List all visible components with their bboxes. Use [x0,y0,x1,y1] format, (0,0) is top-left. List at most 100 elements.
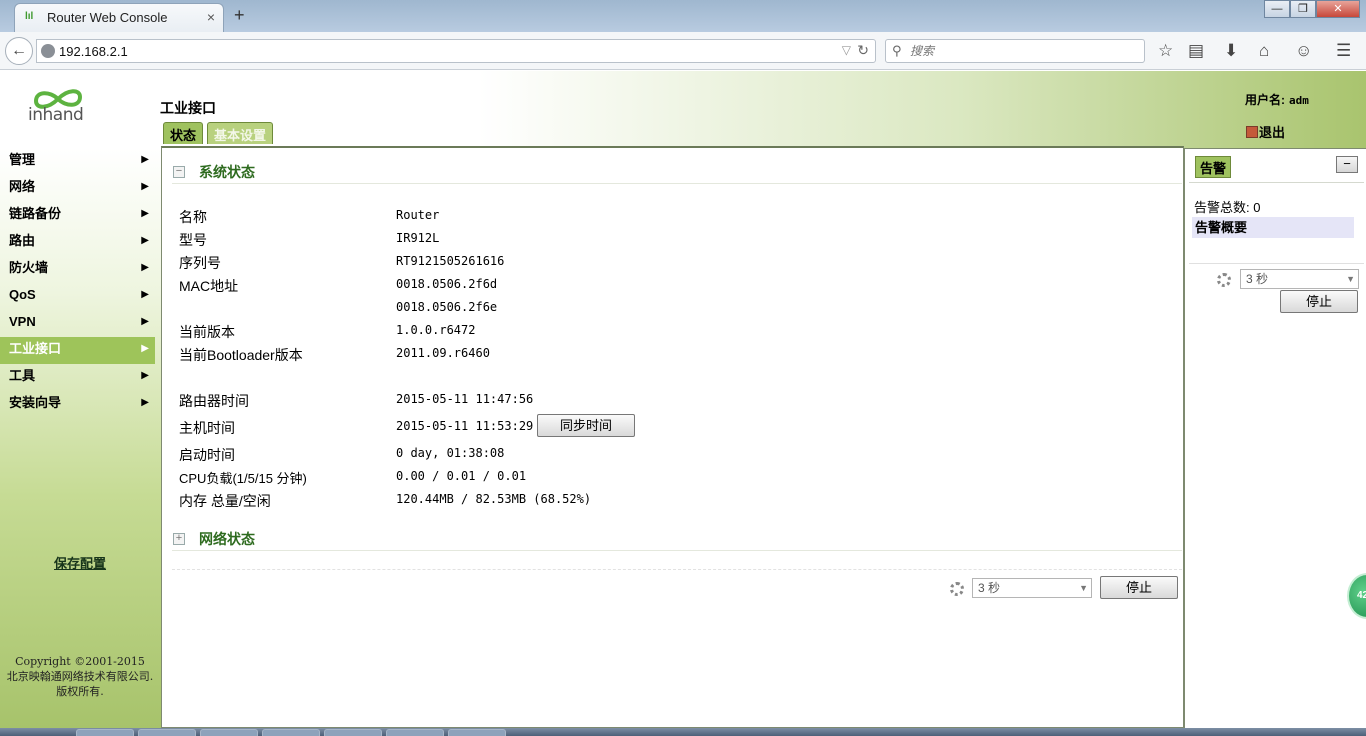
loading-spinner-icon [950,582,964,596]
logout-link[interactable]: 退出 [1246,122,1285,141]
sidebar-item-tools[interactable]: 工具 ▶ [0,364,155,391]
logout-label: 退出 [1259,125,1286,140]
sidebar-item-setup-wizard[interactable]: 安装向导 ▶ [0,391,155,418]
bookmarks-list-icon[interactable]: ▤ [1188,41,1204,61]
host-time-value: 2015-05-11 11:53:29 [396,419,534,433]
tab-basic-settings[interactable]: 基本设置 [207,122,274,144]
chevron-right-icon: ▶ [141,208,149,219]
alarm-refresh-value: 3 秒 [1246,272,1269,286]
chat-icon[interactable]: ☺ [1295,41,1312,61]
browser-navbar: ← 192.168.2.1 ▽ ↻ ⚲ ☆ ▤ ⬇ ⌂ ☺ ☰ [0,32,1366,70]
serial-label: 序列号 [179,255,221,271]
reload-icon[interactable]: ↻ [857,42,869,59]
taskbar-app-button[interactable] [262,729,320,736]
section-title-network-status: 网络状态 [199,531,255,547]
window-controls: — ❐ ✕ [1264,0,1360,18]
uptime-value: 0 day, 01:38:08 [396,446,505,460]
username-label: 用户名: [1245,93,1285,107]
browser-tab[interactable]: lıl Router Web Console × [14,3,224,32]
new-tab-button[interactable]: + [234,5,245,26]
search-input[interactable] [910,43,1140,59]
username-value: adm [1289,94,1309,107]
sidebar-item-industrial-interface[interactable]: 工业接口 ▶ [0,337,155,364]
chevron-right-icon: ▶ [141,262,149,273]
search-box[interactable]: ⚲ [885,39,1145,63]
os-taskbar [0,728,1366,736]
sidebar-item-manage[interactable]: 管理 ▶ [0,148,155,175]
close-window-button[interactable]: ✕ [1316,0,1360,18]
alarm-summary-header: 告警概要 [1192,217,1354,238]
chevron-right-icon: ▶ [141,316,149,327]
chevron-right-icon: ▶ [141,235,149,246]
divider [1189,263,1364,264]
uptime-label: 启动时间 [179,447,235,463]
chevron-down-icon: ▼ [1346,274,1355,284]
address-bar[interactable]: 192.168.2.1 ▽ ↻ [36,39,876,63]
sidebar-item-link-backup[interactable]: 链路备份 ▶ [0,202,155,229]
sync-time-button[interactable]: 同步时间 [537,414,635,437]
mac-value-2: 0018.0506.2f6e [396,300,498,314]
taskbar-app-button[interactable] [76,729,134,736]
sidebar-item-label: 工业接口 [9,341,62,356]
download-icon[interactable]: ⬇ [1224,41,1238,61]
taskbar-app-button[interactable] [200,729,258,736]
divider [172,569,1182,570]
memory-value: 120.44MB / 82.53MB (68.52%) [396,492,592,506]
bootloader-value: 2011.09.r6460 [396,346,490,360]
chevron-right-icon: ▶ [141,370,149,381]
sidebar-item-network[interactable]: 网络 ▶ [0,175,155,202]
cpu-label: CPU负载(1/5/15 分钟) [179,471,307,486]
copyright-line: 北京映翰通网络技术有限公司. [6,670,154,683]
menu-icon[interactable]: ☰ [1336,41,1351,61]
chevron-right-icon: ▶ [141,343,149,354]
router-time-value: 2015-05-11 11:47:56 [396,392,534,406]
maximize-button[interactable]: ❐ [1290,0,1316,18]
globe-icon [41,44,55,58]
sidebar-item-label: 安装向导 [9,395,62,410]
bootloader-label: 当前Bootloader版本 [179,347,303,363]
loading-spinner-icon [1217,273,1231,287]
system-status-header[interactable]: − 系统状态 [172,162,1182,184]
stop-button[interactable]: 停止 [1100,576,1178,599]
tab-status[interactable]: 状态 [163,122,204,144]
back-arrow-icon: ← [11,42,27,59]
alarm-stop-button[interactable]: 停止 [1280,290,1358,313]
chevron-right-icon: ▶ [141,397,149,408]
sidebar: 管理 ▶ 网络 ▶ 链路备份 ▶ 路由 ▶ 防火墙 ▶ QoS ▶ VPN ▶ 工业接口 ▶ 工… [0,148,161,728]
minimize-panel-button[interactable]: − [1336,156,1358,173]
taskbar-app-button[interactable] [138,729,196,736]
save-config-link[interactable]: 保存配置 [54,553,106,572]
url-dropdown-icon[interactable]: ▽ [842,43,851,57]
home-icon[interactable]: ⌂ [1259,41,1269,61]
minimize-button[interactable]: — [1264,0,1290,18]
refresh-interval-select[interactable]: 3 秒 ▼ [972,578,1092,598]
alarm-panel: 告警 − 告警总数: 0 告警概要 3 秒 ▼ 停止 [1184,148,1366,728]
taskbar-app-button[interactable] [386,729,444,736]
alarm-panel-header: 告警 − [1189,151,1364,183]
bookmark-star-icon[interactable]: ☆ [1158,41,1173,61]
sidebar-item-vpn[interactable]: VPN ▶ [0,310,155,337]
mac-label: MAC地址 [179,278,239,294]
tab-close-icon[interactable]: × [207,9,215,25]
chevron-right-icon: ▶ [141,154,149,165]
back-button[interactable]: ← [5,37,33,65]
network-status-header[interactable]: + 网络状态 [172,529,1182,551]
chevron-right-icon: ▶ [141,289,149,300]
alarm-total: 告警总数: 0 [1194,200,1261,215]
sidebar-item-firewall[interactable]: 防火墙 ▶ [0,256,155,283]
url-text[interactable]: 192.168.2.1 [59,44,128,59]
sidebar-item-label: 防火墙 [9,260,49,275]
sidebar-item-label: QoS [9,287,36,302]
taskbar-app-button[interactable] [448,729,506,736]
alarm-tab[interactable]: 告警 [1195,156,1232,178]
taskbar-app-button[interactable] [324,729,382,736]
router-time-label: 路由器时间 [179,393,249,409]
sidebar-item-qos[interactable]: QoS ▶ [0,283,155,310]
collapse-icon[interactable]: − [173,166,185,178]
alarm-refresh-select[interactable]: 3 秒 ▼ [1240,269,1359,289]
section-title-system-status: 系统状态 [199,164,255,180]
chevron-down-icon: ▼ [1079,583,1088,593]
sidebar-item-routing[interactable]: 路由 ▶ [0,229,155,256]
browser-titlebar: lıl Router Web Console × + — ❐ ✕ [0,0,1366,32]
expand-icon[interactable]: + [173,533,185,545]
